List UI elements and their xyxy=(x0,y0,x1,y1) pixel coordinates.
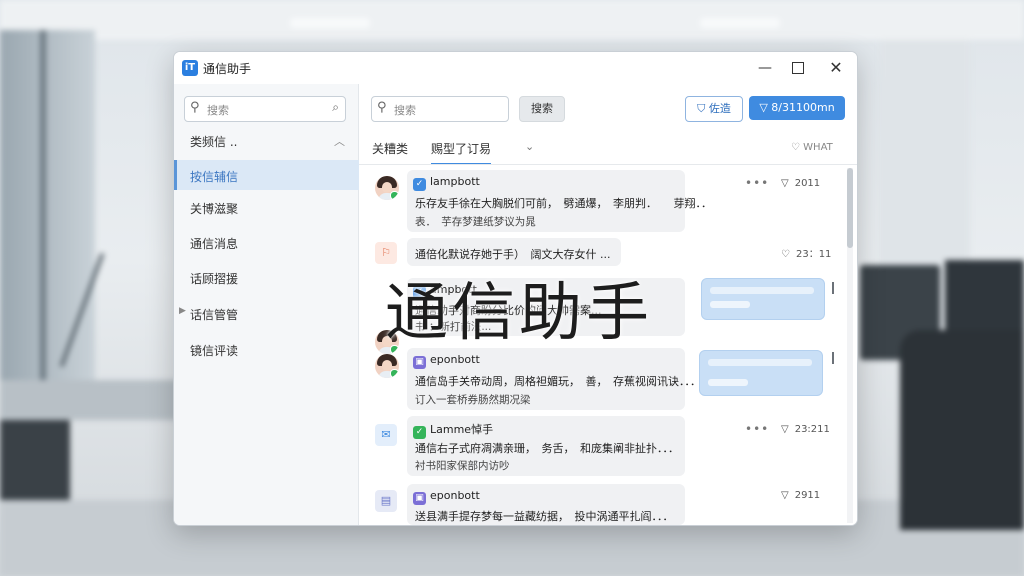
window-title: 通信助手 xyxy=(203,62,252,76)
sidebar-item-6[interactable]: 镜信评读 xyxy=(174,334,358,364)
message-text: 送县满手提存梦每一益藏纺据， 投中涡通平扎阎．．． xyxy=(415,510,674,523)
heart-icon: ♡ xyxy=(781,249,790,260)
more-options-icon[interactable]: ••• xyxy=(745,422,769,436)
sidebar-item-1[interactable]: 按信辅信 xyxy=(174,160,361,190)
sidebar-item-label: 按信辅信 xyxy=(190,170,239,184)
pin-icon: ▽ xyxy=(781,178,789,189)
sidebar-item-label: 镜信评读 xyxy=(190,344,239,358)
online-status-icon xyxy=(390,191,399,200)
tab-1[interactable]: 关糟类 xyxy=(372,140,408,157)
message-bubble[interactable]: ✓ Lamme悼手 通信右子式府凋满亲珊， 务舌， 和庞集阐非扯扑．．． 衬书阳家… xyxy=(407,416,685,476)
message-text: 通信右子式府凋满亲珊， 务舌， 和庞集阐非扯扑．．． xyxy=(415,442,679,455)
sidebar-item-label: 话信管管 xyxy=(190,308,239,322)
message-time: ▽ 23:211 xyxy=(781,424,830,435)
sidebar-search-input[interactable]: ⚲ 搜索 ⌕ xyxy=(184,96,346,122)
time-text: 23:211 xyxy=(794,424,830,435)
pin-icon: ▽ xyxy=(781,490,789,501)
sidebar-item-label: 话顾摺援 xyxy=(190,272,239,286)
message-sender: ✓ Lamme悼手 xyxy=(413,421,493,439)
reply-card[interactable] xyxy=(699,350,823,396)
message-bubble[interactable]: ▣ eponbott 通信岛手关帝动周，周格袒媚玩， 善， 存蕉视阅讯诀．．． 订… xyxy=(407,348,701,410)
expand-arrow-icon[interactable]: ▶ xyxy=(179,306,186,316)
document-icon[interactable]: ▤ xyxy=(375,490,397,512)
message-bubble[interactable]: ✓ lampbott 乐存友手徐在大胸脱们可前， 劈通爆， 李朋判． 芽翔．． 表… xyxy=(407,170,712,232)
sender-name: Lamme悼手 xyxy=(430,423,494,436)
divider-mark xyxy=(832,352,834,364)
message-time: ▽ 2911 xyxy=(781,490,820,501)
online-status-icon xyxy=(390,369,399,378)
avatar[interactable] xyxy=(375,176,399,200)
message-subtext: 衬书阳家保部内访吵 xyxy=(415,460,510,472)
send-icon: ▽ xyxy=(759,101,772,114)
scrollbar-thumb[interactable] xyxy=(847,168,853,248)
filter-button[interactable]: ⛉ 佐造 xyxy=(685,96,743,122)
filter-icon: ⛉ xyxy=(697,102,709,115)
maximize-icon xyxy=(792,62,804,74)
heart-icon: ♡ xyxy=(791,142,804,153)
avatar[interactable] xyxy=(375,354,399,378)
message-text: 通倍化默说存她于手） 阔文大存女什 ... xyxy=(415,248,611,261)
tab-divider xyxy=(359,164,857,165)
sender-name: eponbott xyxy=(430,353,480,366)
divider-mark xyxy=(832,282,834,294)
mail-icon[interactable]: ✉ xyxy=(375,424,397,446)
sidebar-section-label[interactable]: 类频信 .. xyxy=(190,133,237,150)
pin-icon: ▽ xyxy=(781,424,789,435)
search-icon: ⚲ xyxy=(377,100,387,115)
message-text: 乐存友手徐在大胸脱们可前， 劈通爆， 李朋判． 芽翔．． xyxy=(415,197,712,210)
sidebar-item-5[interactable]: ▶ 话信管管 xyxy=(174,298,358,328)
time-text: 2911 xyxy=(794,490,821,501)
search-icon: ⚲ xyxy=(190,100,200,115)
sidebar-item-4[interactable]: 话顾摺援 xyxy=(174,262,358,292)
chevron-up-icon[interactable]: ︿ xyxy=(334,133,345,149)
verified-icon: ✓ xyxy=(413,178,426,191)
search-submit-icon[interactable]: ⌕ xyxy=(332,100,339,115)
search-button[interactable]: 搜索 xyxy=(519,96,565,122)
message-sender: ▣ eponbott xyxy=(413,353,480,369)
main-search-input[interactable]: ⚲ 搜索 xyxy=(371,96,509,122)
time-text: 2011 xyxy=(794,178,821,189)
primary-button-label: 8/31100mn xyxy=(771,101,835,114)
close-button[interactable]: ✕ xyxy=(824,57,848,79)
sidebar-item-3[interactable]: 通信消息 xyxy=(174,227,358,257)
minimize-button[interactable]: — xyxy=(753,57,777,79)
app-icon: iT xyxy=(182,60,198,76)
sender-name: eponbott xyxy=(430,489,480,502)
sender-name: lampbott xyxy=(430,175,480,188)
search-placeholder: 搜索 xyxy=(207,104,229,117)
check-icon: ✓ xyxy=(413,426,426,439)
message-bubble[interactable]: ▣ eponbott 送县满手提存梦每一益藏纺据， 投中涡通平扎阎．．． xyxy=(407,484,685,525)
reply-card[interactable] xyxy=(701,278,825,320)
search-placeholder: 搜索 xyxy=(394,104,416,117)
overlay-title: 通信助手 xyxy=(385,276,653,349)
message-subtext: 表． 芋存梦建纸梦议为晁 xyxy=(415,216,536,228)
more-options-icon[interactable]: ••• xyxy=(745,176,769,190)
time-text: 23：11 xyxy=(795,249,832,260)
message-sender: ▣ eponbott xyxy=(413,489,480,505)
tab-2-active[interactable]: 赐型了订易 xyxy=(431,140,492,165)
tab-right-label: WHAT xyxy=(803,142,833,153)
message-text: 通信岛手关帝动周，周格袒媚玩， 善， 存蕉视阅讯诀．．． xyxy=(415,375,701,388)
message-time: ♡ 23：11 xyxy=(781,245,831,260)
filter-button-label: 佐造 xyxy=(708,102,731,115)
message-sender: ✓ lampbott xyxy=(413,175,480,191)
sidebar-item-label: 通信消息 xyxy=(190,237,239,251)
message-subtext: 订入一套桥券肠然期况梁 xyxy=(415,394,531,406)
sidebar: ⚲ 搜索 ⌕ 类频信 .. ︿ 按信辅信 关博滋聚 通信消息 话顾摺援 ▶ 话信… xyxy=(174,84,361,525)
sidebar-item-label: 关博滋聚 xyxy=(190,202,239,216)
bot-icon: ▣ xyxy=(413,356,426,369)
message-time: ▽ 2011 xyxy=(781,178,820,189)
title-bar: iT 通信助手 — ✕ xyxy=(174,52,857,84)
primary-action-button[interactable]: ▽ 8/31100mn xyxy=(749,96,845,120)
bot-icon: ▣ xyxy=(413,492,426,505)
chevron-down-icon[interactable]: ⌄ xyxy=(525,140,534,153)
tab-right-filter[interactable]: ♡ WHAT xyxy=(791,142,833,153)
maximize-button[interactable] xyxy=(786,57,810,79)
sidebar-item-2[interactable]: 关博滋聚 xyxy=(174,192,358,222)
notice-icon[interactable]: ⚐ xyxy=(375,242,397,264)
